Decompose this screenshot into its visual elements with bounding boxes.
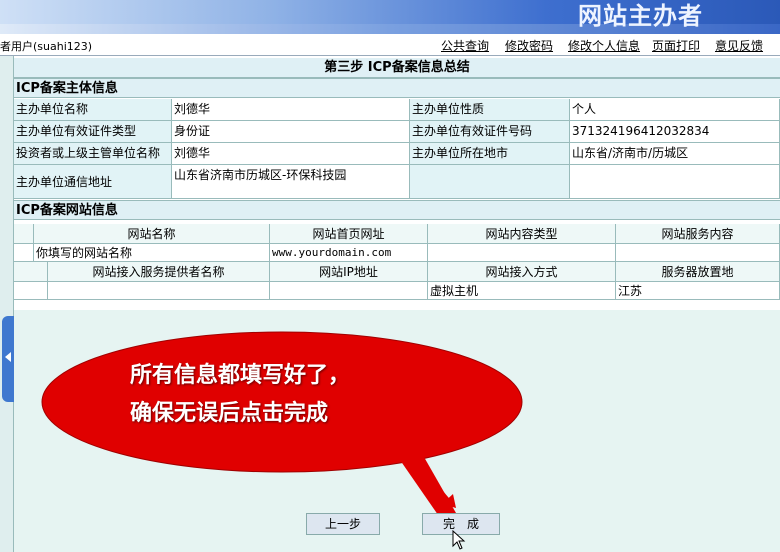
subject-value: 山东省/济南市/历城区 xyxy=(570,143,780,165)
subject-label: 主办单位通信地址 xyxy=(14,165,172,199)
content-type-value xyxy=(428,244,616,262)
column-header-access-provider: 网站接入服务提供者名称 xyxy=(48,262,270,282)
subject-label: 主办单位有效证件类型 xyxy=(14,121,172,143)
page-title: 第三步 ICP备案信息总结 xyxy=(14,58,780,78)
subject-info-heading: ICP备案主体信息 xyxy=(14,78,780,98)
table-cell xyxy=(14,244,34,262)
column-header-site-name: 网站名称 xyxy=(34,224,270,244)
subject-label: 投资者或上级主管单位名称 xyxy=(14,143,172,165)
previous-step-button[interactable]: 上一步 xyxy=(306,513,380,535)
website-info-heading: ICP备案网站信息 xyxy=(14,200,780,220)
callout-line-2: 确保无误后点击完成 xyxy=(130,400,329,426)
nav-link-feedback[interactable]: 意见反馈 xyxy=(715,37,763,54)
subject-value: 刘德华 xyxy=(172,143,410,165)
service-content-value xyxy=(616,244,780,262)
icp-summary-panel: 第三步 ICP备案信息总结 ICP备案主体信息 主办单位名称 刘德华 主办单位性… xyxy=(14,56,780,310)
current-user-label: 者用户(suahi123) xyxy=(0,40,93,53)
table-header-cell xyxy=(14,224,34,244)
column-header-access-method: 网站接入方式 xyxy=(428,262,616,282)
subject-label xyxy=(410,165,570,199)
callout-text: 所有信息都填写好了， 确保无误后点击完成 xyxy=(130,356,450,432)
subject-label: 主办单位性质 xyxy=(410,99,570,121)
subject-label: 主办单位名称 xyxy=(14,99,172,121)
subject-label: 主办单位有效证件号码 xyxy=(410,121,570,143)
collapse-sidebar-tab[interactable] xyxy=(2,316,14,402)
top-banner: 网站主办者 xyxy=(0,0,780,34)
arrow-down-icon xyxy=(424,472,456,508)
column-header-service-content: 网站服务内容 xyxy=(616,224,780,244)
mouse-cursor-icon xyxy=(452,530,466,550)
banner-title: 网站主办者 xyxy=(578,1,703,30)
access-provider-value xyxy=(48,282,270,300)
subject-value: 个人 xyxy=(570,99,780,121)
column-header-homepage-url: 网站首页网址 xyxy=(270,224,428,244)
subject-value: 山东省济南市历城区-环保科技园 xyxy=(172,165,410,199)
table-header-cell xyxy=(14,262,48,282)
homepage-url-value: www.yourdomain.com xyxy=(270,244,428,262)
subject-value: 身份证 xyxy=(172,121,410,143)
column-header-server-location: 服务器放置地 xyxy=(616,262,780,282)
site-name-value: 你填写的网站名称 xyxy=(34,244,270,262)
nav-link-print-page[interactable]: 页面打印 xyxy=(652,37,700,54)
nav-link-change-password[interactable]: 修改密码 xyxy=(505,37,553,54)
access-method-value: 虚拟主机 xyxy=(428,282,616,300)
server-location-value: 江苏 xyxy=(616,282,780,300)
table-cell xyxy=(14,282,48,300)
column-header-content-type: 网站内容类型 xyxy=(428,224,616,244)
callout-line-1: 所有信息都填写好了， xyxy=(130,362,351,388)
subject-value: 刘德华 xyxy=(172,99,410,121)
user-nav-bar: 者用户(suahi123) 公共查询 修改密码 修改个人信息 页面打印 意见反馈 xyxy=(0,34,780,56)
left-side-rail xyxy=(0,56,14,552)
ip-address-value xyxy=(270,282,428,300)
subject-label: 主办单位所在地市 xyxy=(410,143,570,165)
subject-value xyxy=(570,165,780,199)
subject-value: 371324196412032834 xyxy=(570,121,780,143)
nav-link-edit-profile[interactable]: 修改个人信息 xyxy=(568,37,640,54)
nav-link-public-query[interactable]: 公共查询 xyxy=(441,37,489,54)
chevron-left-icon xyxy=(5,352,11,362)
column-header-ip-address: 网站IP地址 xyxy=(270,262,428,282)
